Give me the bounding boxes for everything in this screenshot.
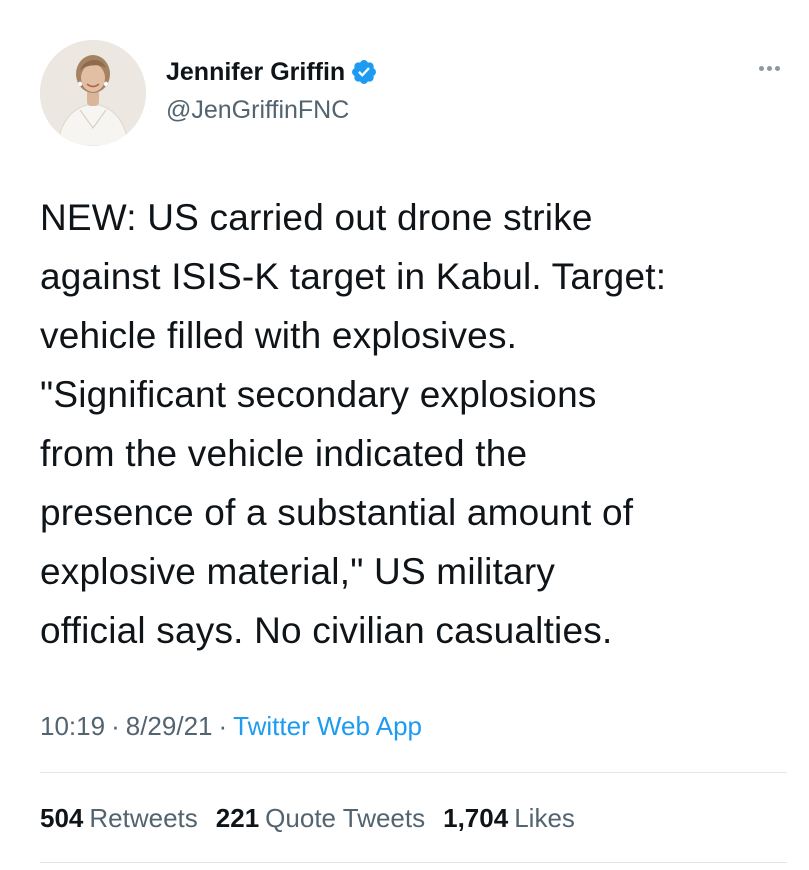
verified-badge-icon — [350, 58, 378, 86]
quote-tweets-count: 221 — [215, 803, 260, 833]
tweet-meta: 10:19 · 8/29/21 · Twitter Web App — [40, 708, 422, 744]
avatar[interactable] — [40, 40, 146, 146]
retweets-stat[interactable]: 504 Retweets — [40, 800, 198, 836]
author-name[interactable]: Jennifer Griffin — [166, 57, 345, 87]
meta-separator: · — [111, 711, 120, 741]
likes-count: 1,704 — [443, 803, 509, 833]
avatar-image — [40, 40, 146, 146]
likes-stat[interactable]: 1,704 Likes — [443, 800, 575, 836]
tweet-source-link[interactable]: Twitter Web App — [233, 708, 422, 744]
meta-separator: · — [218, 711, 228, 741]
tweet-time[interactable]: 10:19 — [40, 708, 105, 744]
tweet-stats: 504 Retweets 221 Quote Tweets 1,704 Likes — [40, 800, 593, 836]
divider — [40, 862, 787, 863]
divider — [40, 772, 787, 773]
likes-label: Likes — [514, 803, 575, 833]
tweet-text: NEW: US carried out drone strike against… — [40, 197, 667, 651]
dot — [775, 66, 780, 71]
retweets-count: 504 — [40, 803, 84, 833]
dot — [767, 66, 772, 71]
quote-tweets-stat[interactable]: 221 Quote Tweets — [216, 800, 425, 836]
author-handle[interactable]: @JenGriffinFNC — [166, 95, 349, 125]
tweet-header: Jennifer Griffin @JenGriffinFNC — [40, 40, 780, 146]
quote-tweets-label: Quote Tweets — [265, 803, 426, 833]
dot — [759, 66, 764, 71]
tweet-date[interactable]: 8/29/21 — [126, 708, 213, 744]
more-options-icon[interactable] — [759, 66, 780, 71]
author-name-row: Jennifer Griffin — [166, 57, 378, 87]
retweets-label: Retweets — [89, 803, 198, 833]
